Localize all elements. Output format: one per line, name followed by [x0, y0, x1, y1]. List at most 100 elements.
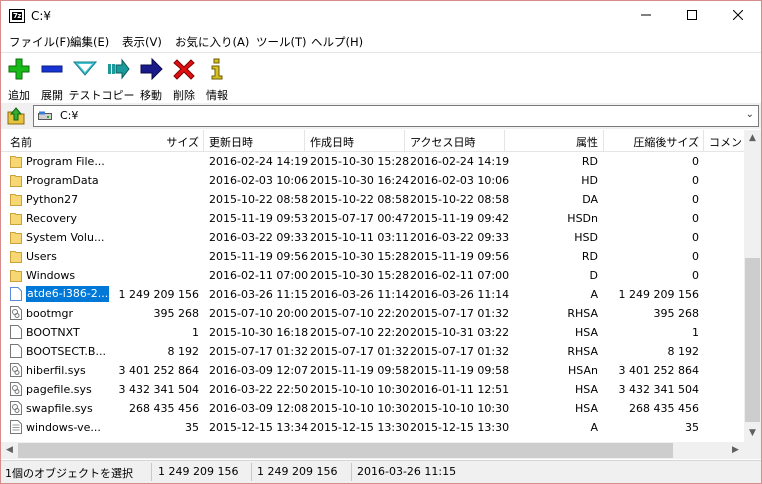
- up-folder-button[interactable]: [5, 106, 27, 126]
- row-created: 2015-10-30 15:28: [310, 250, 410, 263]
- table-row[interactable]: BOOTNXT 1 2015-10-30 16:18 2015-07-10 22:20…: [1, 323, 744, 342]
- column-accessed[interactable]: アクセス日時: [410, 134, 475, 150]
- 7zip-logo-icon: 7z: [9, 9, 25, 23]
- horizontal-scroll-thumb[interactable]: [18, 443, 673, 458]
- table-row[interactable]: Windows 2016-02-11 07:00 2015-10-30 15:28 2…: [1, 266, 744, 285]
- extract-label: 展開: [41, 89, 63, 102]
- table-row[interactable]: bootmgr 395 268 2015-07-10 20:00 2015-07-10…: [1, 304, 744, 323]
- menu-tools[interactable]: ツール(T): [256, 34, 307, 50]
- add-label: 追加: [8, 89, 30, 102]
- column-divider[interactable]: [703, 130, 704, 152]
- scroll-right-icon[interactable]: ▶: [727, 442, 744, 459]
- column-packed-size[interactable]: 圧縮後サイズ: [633, 134, 699, 150]
- row-size: 3 401 252 864: [118, 364, 199, 377]
- menu-view[interactable]: 表示(V): [122, 34, 162, 50]
- address-bar: C:¥ ⌄: [1, 103, 761, 129]
- column-divider[interactable]: [504, 130, 505, 152]
- table-row[interactable]: atde6-i386-2... 1 249 209 156 2016-03-26 1…: [1, 285, 744, 304]
- table-row[interactable]: swapfile.sys 268 435 456 2016-03-09 12:08 2…: [1, 399, 744, 418]
- scroll-up-icon[interactable]: ▲: [744, 130, 761, 147]
- menu-bar: ファイル(F) 編集(E) 表示(V) お気に入り(A) ツール(T) ヘルプ(…: [1, 32, 761, 52]
- add-button[interactable]: 追加: [2, 57, 36, 102]
- file-list[interactable]: 名前 サイズ 更新日時 作成日時 アクセス日時 属性 圧縮後サイズ コメント P…: [1, 130, 761, 460]
- minimize-button[interactable]: [623, 1, 669, 32]
- move-label: 移動: [140, 89, 162, 102]
- copy-label: コピー: [101, 89, 135, 102]
- column-attributes[interactable]: 属性: [576, 134, 598, 150]
- row-created: 2015-10-30 15:28: [310, 155, 410, 168]
- column-divider[interactable]: [304, 130, 305, 152]
- row-accessed: 2016-02-03 10:06: [410, 174, 510, 187]
- column-divider[interactable]: [404, 130, 405, 152]
- test-button[interactable]: テスト: [68, 57, 102, 102]
- row-attributes: HSD: [574, 231, 598, 244]
- address-field[interactable]: C:¥ ⌄: [33, 105, 759, 127]
- status-divider: [251, 463, 252, 481]
- system-file-icon: [10, 363, 22, 377]
- row-accessed: 2015-12-15 13:30: [410, 421, 510, 434]
- row-name: pagefile.sys: [26, 383, 92, 396]
- close-button[interactable]: [715, 1, 761, 32]
- row-packed-size: 3 401 252 864: [618, 364, 699, 377]
- row-name: Users: [26, 250, 57, 263]
- vertical-scrollbar[interactable]: ▲ ▼: [744, 130, 761, 442]
- extract-button[interactable]: 展開: [35, 57, 69, 102]
- row-accessed: 2015-10-31 03:22: [410, 326, 510, 339]
- row-modified: 2016-03-09 12:08: [209, 402, 309, 415]
- status-modified: 2016-03-26 11:15: [357, 465, 457, 478]
- scroll-down-icon[interactable]: ▼: [744, 425, 761, 442]
- chevron-down-icon[interactable]: ⌄: [746, 109, 754, 120]
- row-modified: 2016-03-09 12:07: [209, 364, 309, 377]
- row-modified: 2016-03-26 11:15: [209, 288, 309, 301]
- table-row[interactable]: pagefile.sys 3 432 341 504 2016-03-22 22:5…: [1, 380, 744, 399]
- column-divider[interactable]: [603, 130, 604, 152]
- menu-file[interactable]: ファイル(F): [9, 34, 71, 50]
- test-label: テスト: [68, 89, 102, 102]
- column-name[interactable]: 名前: [10, 134, 32, 150]
- row-packed-size: 1 249 209 156: [618, 288, 699, 301]
- table-row[interactable]: ProgramData 2016-02-03 10:06 2015-10-30 16…: [1, 171, 744, 190]
- row-created: 2015-10-30 16:24: [310, 174, 410, 187]
- file-icon: [10, 344, 22, 358]
- row-created: 2015-10-22 08:58: [310, 193, 410, 206]
- table-row[interactable]: System Volu... 2016-03-22 09:33 2015-10-11…: [1, 228, 744, 247]
- table-row[interactable]: Python27 2015-10-22 08:58 2015-10-22 08:58…: [1, 190, 744, 209]
- delete-icon: [173, 59, 195, 80]
- table-row[interactable]: hiberfil.sys 3 401 252 864 2016-03-09 12:0…: [1, 361, 744, 380]
- column-created[interactable]: 作成日時: [310, 134, 354, 150]
- menu-favorites[interactable]: お気に入り(A): [175, 34, 249, 50]
- row-name: System Volu...: [26, 231, 105, 244]
- row-attributes: A: [590, 421, 598, 434]
- row-name: Python27: [26, 193, 79, 206]
- menu-help[interactable]: ヘルプ(H): [311, 34, 363, 50]
- info-button[interactable]: 情報: [200, 57, 234, 102]
- delete-button[interactable]: 削除: [167, 57, 201, 102]
- row-modified: 2016-02-24 14:19: [209, 155, 309, 168]
- horizontal-scrollbar[interactable]: ◀ ▶: [1, 442, 744, 459]
- row-created: 2015-12-15 13:30: [310, 421, 410, 434]
- row-accessed: 2015-10-10 10:30: [410, 402, 510, 415]
- row-size: 268 435 456: [129, 402, 199, 415]
- vertical-scroll-thumb[interactable]: [745, 258, 760, 422]
- table-row[interactable]: Program File... 2016-02-24 14:19 2015-10-3…: [1, 152, 744, 171]
- row-size: 35: [185, 421, 199, 434]
- extract-icon: [41, 65, 63, 73]
- column-size[interactable]: サイズ: [166, 134, 199, 150]
- move-button[interactable]: 移動: [134, 57, 168, 102]
- scroll-left-icon[interactable]: ◀: [1, 442, 18, 459]
- row-name: Recovery: [26, 212, 78, 225]
- copy-button[interactable]: コピー: [101, 57, 135, 102]
- menu-edit[interactable]: 編集(E): [70, 34, 109, 50]
- table-row[interactable]: Recovery 2015-11-19 09:53 2015-07-17 00:47…: [1, 209, 744, 228]
- table-row[interactable]: windows-ve... 35 2015-12-15 13:34 2015-12-1…: [1, 418, 744, 437]
- row-packed-size: 0: [692, 155, 699, 168]
- row-name: bootmgr: [26, 307, 73, 320]
- table-row[interactable]: BOOTSECT.B... 8 192 2015-07-17 01:32 2015-0…: [1, 342, 744, 361]
- table-row[interactable]: Users 2015-11-19 09:56 2015-10-30 15:28 201…: [1, 247, 744, 266]
- column-divider[interactable]: [203, 130, 204, 152]
- file-icon: [10, 325, 22, 339]
- column-modified[interactable]: 更新日時: [209, 134, 253, 150]
- title-bar[interactable]: 7z C:¥: [1, 1, 761, 32]
- maximize-button[interactable]: [669, 1, 715, 32]
- row-created: 2015-07-10 22:20: [310, 326, 410, 339]
